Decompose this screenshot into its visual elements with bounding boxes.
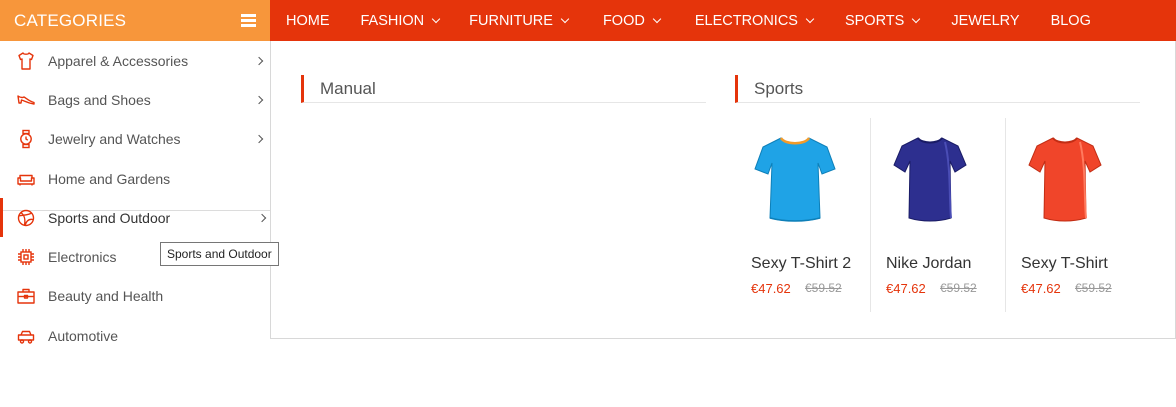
product-name[interactable]: Nike Jordan: [886, 255, 971, 273]
product-old-price: €59.52: [805, 281, 842, 295]
nav-blog[interactable]: BLOG: [1051, 0, 1091, 41]
nav-electronics[interactable]: ELECTRONICS: [695, 0, 815, 41]
product-name[interactable]: Sexy T-Shirt 2: [751, 255, 851, 273]
section-title-manual[interactable]: Manual: [301, 75, 706, 103]
watch-icon: [20, 130, 32, 149]
tshirt-icon: [18, 51, 34, 70]
tshirt-blue-image[interactable]: [750, 132, 840, 224]
chevron-down-icon: [652, 14, 662, 23]
sidebar-item-label: Jewelry and Watches: [48, 131, 181, 148]
sidebar-item-sports-outdoor[interactable]: Sports and Outdoor: [0, 198, 271, 238]
sidebar-item-jewelry-watches[interactable]: Jewelry and Watches: [0, 120, 271, 159]
nav-sports[interactable]: SPORTS: [845, 0, 921, 41]
sidebar-item-label: Bags and Shoes: [48, 91, 151, 108]
section-title-sports[interactable]: Sports: [735, 75, 1140, 103]
sidebar-item-label: Sports and Outdoor: [48, 209, 171, 226]
chevron-down-icon: [805, 14, 815, 23]
ball-icon: [17, 209, 35, 227]
product-price: €47.62: [886, 281, 926, 296]
sidebar-item-label: Beauty and Health: [48, 288, 164, 305]
sidebar-item-bags-shoes[interactable]: Bags and Shoes: [0, 80, 271, 119]
sidebar-item-label: Automotive: [48, 327, 119, 344]
categories-sidebar: Apparel & Accessories Bags and Shoes Jew…: [0, 41, 271, 355]
sidebar-item-label: Apparel & Accessories: [48, 52, 189, 69]
product-price: €47.62: [751, 281, 791, 296]
chevron-right-icon: [254, 134, 264, 144]
briefcase-icon: [17, 289, 35, 305]
product-old-price: €59.52: [940, 281, 977, 295]
tshirt-red-image[interactable]: [1020, 132, 1110, 224]
tshirt-navy-image[interactable]: [885, 132, 975, 224]
sidebar-item-apparel[interactable]: Apparel & Accessories: [0, 41, 271, 80]
categories-title: CATEGORIES: [14, 10, 127, 30]
page: CATEGORIES HOME FASHION FURNITURE FOOD E…: [0, 0, 1176, 407]
nav-fashion[interactable]: FASHION: [361, 0, 441, 41]
menu-icon[interactable]: [241, 14, 256, 27]
sidebar-item-beauty-health[interactable]: Beauty and Health: [0, 277, 271, 316]
mega-menu-panel: Manual Sports Sexy T-Shirt 2 €47.62 €59.…: [270, 41, 1176, 339]
categories-header[interactable]: CATEGORIES: [0, 0, 270, 41]
product-price: €47.62: [1021, 281, 1061, 296]
product-card[interactable]: Sexy T-Shirt €47.62 €59.52: [1006, 118, 1141, 312]
nav-food[interactable]: FOOD: [603, 0, 662, 41]
chevron-right-icon: [254, 56, 264, 65]
product-card[interactable]: Nike Jordan €47.62 €59.52: [871, 118, 1006, 312]
sidebar-item-automotive[interactable]: Automotive: [0, 316, 271, 355]
chip-icon: [18, 249, 34, 266]
sidebar-item-home-gardens[interactable]: Home and Gardens: [0, 159, 271, 198]
chevron-down-icon: [912, 14, 921, 23]
product-card[interactable]: Sexy T-Shirt 2 €47.62 €59.52: [736, 118, 871, 312]
chevron-down-icon: [560, 14, 570, 23]
sidebar-item-label: Electronics: [48, 249, 117, 266]
car-icon: [17, 330, 35, 344]
main-navigation: HOME FASHION FURNITURE FOOD ELECTRONICS …: [270, 0, 1176, 41]
shoe-icon: [17, 95, 35, 105]
sidebar-item-label: Home and Gardens: [48, 170, 171, 187]
product-old-price: €59.52: [1075, 281, 1112, 295]
sofa-icon: [17, 174, 35, 186]
nav-jewelry[interactable]: JEWELRY: [951, 0, 1019, 41]
nav-furniture[interactable]: FURNITURE: [469, 0, 570, 41]
product-list: Sexy T-Shirt 2 €47.62 €59.52 Nike Jordan…: [736, 118, 1141, 312]
chevron-right-icon: [254, 95, 264, 105]
chevron-down-icon: [431, 14, 441, 23]
chevron-right-icon: [257, 213, 267, 223]
product-name[interactable]: Sexy T-Shirt: [1021, 255, 1108, 273]
nav-home[interactable]: HOME: [286, 0, 330, 41]
tooltip: Sports and Outdoor: [160, 242, 279, 266]
